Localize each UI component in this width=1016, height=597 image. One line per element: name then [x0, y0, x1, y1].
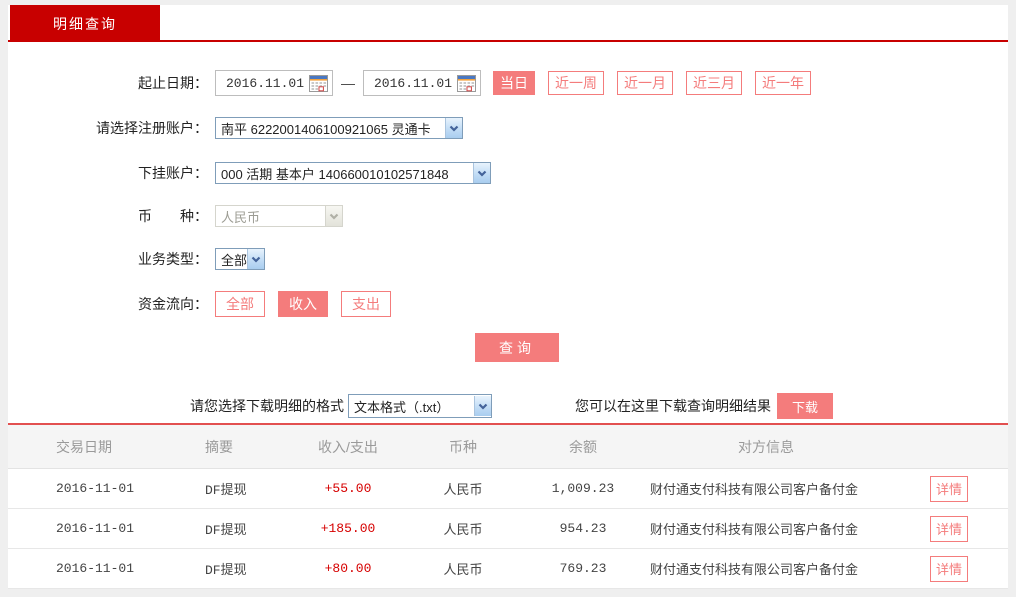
- date-range-label: 起止日期：: [8, 73, 215, 93]
- cell-actions: 详情: [888, 476, 1008, 502]
- end-date-input[interactable]: 2016.11.01: [363, 70, 481, 96]
- direction-all-button[interactable]: 全部: [215, 291, 265, 317]
- download-row: 请您选择下载明细的格式 文本格式（.txt） 您可以在这里下载查询明细结果 下载: [8, 393, 1008, 419]
- cell-counterparty: 财付通支付科技有限公司客户备付金: [648, 559, 888, 578]
- tab-detail-query[interactable]: 明细查询: [10, 5, 160, 42]
- content-area: 明细查询 起止日期： 2016.11.01: [8, 5, 1008, 589]
- currency-value: 人民币: [216, 207, 325, 226]
- download-format-value: 文本格式（.txt）: [349, 397, 474, 416]
- table-row: 2016-11-01 DF提现 +80.00 人民币 769.23 财付通支付科…: [8, 549, 1008, 589]
- registered-account-select[interactable]: 南平 6222001406100921065 灵通卡: [215, 117, 463, 139]
- chevron-down-icon: [325, 206, 342, 226]
- chevron-down-icon: [247, 249, 264, 269]
- col-header-currency: 币种: [408, 437, 518, 457]
- results-table: 交易日期 摘要 收入/支出 币种 余额 对方信息 2016-11-01 DF提现…: [8, 423, 1008, 589]
- col-header-date: 交易日期: [8, 437, 158, 457]
- cell-balance: 954.23: [518, 521, 648, 536]
- detail-button[interactable]: 详情: [930, 556, 968, 582]
- download-button[interactable]: 下载: [777, 393, 833, 419]
- cell-actions: 详情: [888, 556, 1008, 582]
- table-header: 交易日期 摘要 收入/支出 币种 余额 对方信息: [8, 425, 1008, 469]
- sub-account-label: 下挂账户：: [8, 163, 215, 183]
- query-button[interactable]: 查询: [475, 333, 559, 362]
- download-format-label: 请您选择下载明细的格式: [190, 396, 344, 416]
- cell-counterparty: 财付通支付科技有限公司客户备付金: [648, 479, 888, 498]
- cell-date: 2016-11-01: [8, 561, 158, 576]
- business-type-label: 业务类型：: [8, 249, 215, 269]
- quick-year-button[interactable]: 近一年: [755, 71, 811, 95]
- sub-account-select[interactable]: 000 活期 基本户 140660010102571848: [215, 162, 491, 184]
- cell-currency: 人民币: [408, 559, 518, 578]
- fund-direction-label: 资金流向：: [8, 294, 215, 314]
- business-type-select[interactable]: 全部: [215, 248, 265, 270]
- col-header-balance: 余额: [518, 437, 648, 457]
- cell-balance: 1,009.23: [518, 481, 648, 496]
- sub-account-row: 下挂账户： 000 活期 基本户 140660010102571848: [8, 162, 1008, 184]
- registered-account-row: 请选择注册账户： 南平 6222001406100921065 灵通卡: [8, 117, 1008, 139]
- cell-date: 2016-11-01: [8, 521, 158, 536]
- tab-bar: 明细查询: [8, 5, 1008, 42]
- currency-select: 人民币: [215, 205, 343, 227]
- cell-date: 2016-11-01: [8, 481, 158, 496]
- cell-balance: 769.23: [518, 561, 648, 576]
- chevron-down-icon: [474, 396, 491, 416]
- business-type-value: 全部: [216, 250, 247, 269]
- chevron-down-icon: [445, 118, 462, 138]
- quick-date-buttons: 当日 近一周 近一月 近三月 近一年: [493, 71, 824, 95]
- col-header-counterparty: 对方信息: [648, 437, 888, 457]
- col-header-amount: 收入/支出: [288, 437, 408, 457]
- direction-income-button[interactable]: 收入: [278, 291, 328, 317]
- quick-week-button[interactable]: 近一周: [548, 71, 604, 95]
- query-button-row: 查询: [8, 333, 1008, 362]
- sub-account-value: 000 活期 基本户 140660010102571848: [216, 164, 473, 183]
- cell-currency: 人民币: [408, 519, 518, 538]
- calendar-icon[interactable]: [457, 75, 476, 92]
- registered-account-label: 请选择注册账户：: [8, 118, 215, 138]
- end-date-value: 2016.11.01: [374, 76, 457, 91]
- fund-direction-row: 资金流向： 全部 收入 支出: [8, 290, 1008, 317]
- cell-summary: DF提现: [158, 479, 288, 498]
- download-format-select[interactable]: 文本格式（.txt）: [348, 394, 492, 418]
- start-date-input[interactable]: 2016.11.01: [215, 70, 333, 96]
- business-type-row: 业务类型： 全部: [8, 248, 1008, 270]
- quick-today-button[interactable]: 当日: [493, 71, 535, 95]
- detail-button[interactable]: 详情: [930, 516, 968, 542]
- quick-quarter-button[interactable]: 近三月: [686, 71, 742, 95]
- table-row: 2016-11-01 DF提现 +55.00 人民币 1,009.23 财付通支…: [8, 469, 1008, 509]
- table-row: 2016-11-01 DF提现 +185.00 人民币 954.23 财付通支付…: [8, 509, 1008, 549]
- chevron-down-icon: [473, 163, 490, 183]
- calendar-icon[interactable]: [309, 75, 328, 92]
- date-separator: —: [341, 75, 355, 91]
- date-range-row: 起止日期： 2016.11.01: [8, 70, 1008, 96]
- direction-expense-button[interactable]: 支出: [341, 291, 391, 317]
- cell-summary: DF提现: [158, 519, 288, 538]
- currency-row: 币 种： 人民币: [8, 205, 1008, 227]
- detail-query-page: 明细查询 起止日期： 2016.11.01: [0, 0, 1016, 597]
- cell-currency: 人民币: [408, 479, 518, 498]
- cell-amount: +80.00: [288, 561, 408, 576]
- query-form: 起止日期： 2016.11.01: [8, 42, 1008, 423]
- cell-summary: DF提现: [158, 559, 288, 578]
- currency-label: 币 种：: [8, 206, 215, 226]
- start-date-value: 2016.11.01: [226, 76, 309, 91]
- col-header-summary: 摘要: [158, 437, 288, 457]
- cell-amount: +55.00: [288, 481, 408, 496]
- cell-counterparty: 财付通支付科技有限公司客户备付金: [648, 519, 888, 538]
- cell-actions: 详情: [888, 516, 1008, 542]
- quick-month-button[interactable]: 近一月: [617, 71, 673, 95]
- detail-button[interactable]: 详情: [930, 476, 968, 502]
- registered-account-value: 南平 6222001406100921065 灵通卡: [216, 119, 445, 138]
- download-hint: 您可以在这里下载查询明细结果: [575, 396, 771, 416]
- cell-amount: +185.00: [288, 521, 408, 536]
